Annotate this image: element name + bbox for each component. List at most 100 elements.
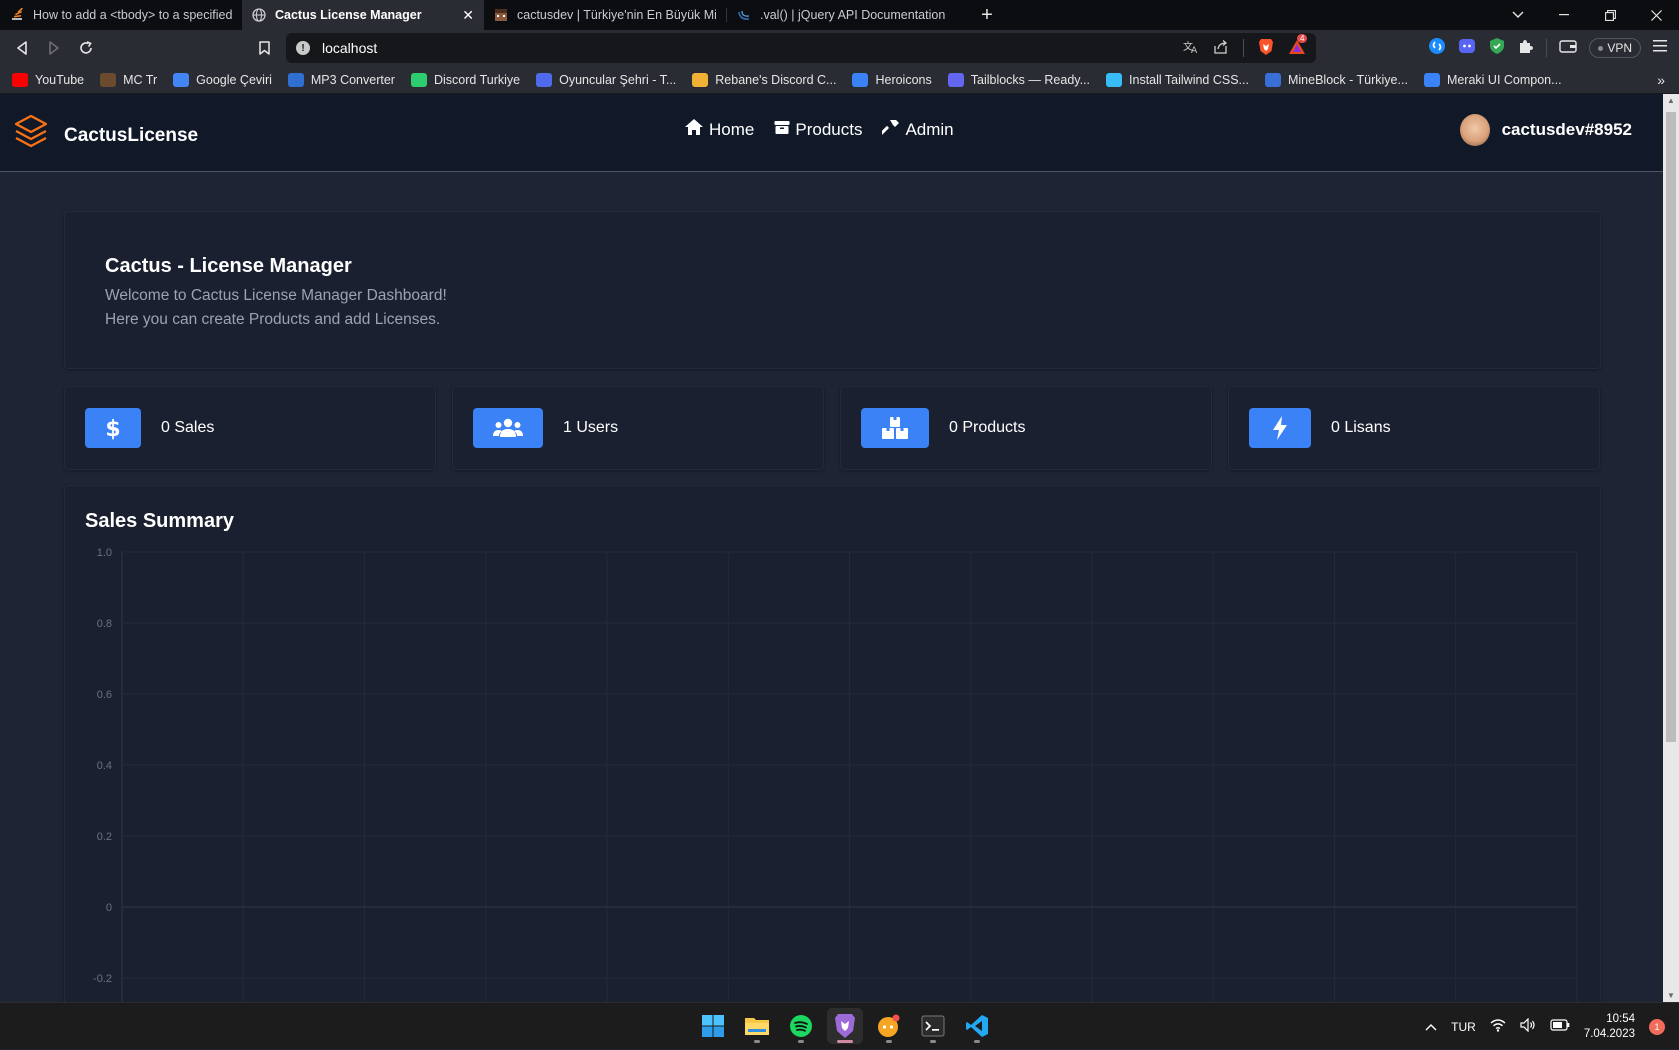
bookmark-item[interactable]: Discord Turkiye (410, 72, 520, 87)
windows-start-icon[interactable] (695, 1008, 731, 1044)
browser-tab[interactable]: .val() | jQuery API Documentation (727, 0, 969, 30)
shield-extension-icon[interactable] (1488, 37, 1506, 60)
notification-badge[interactable]: 1 (1649, 1018, 1665, 1035)
reload-button[interactable] (70, 32, 102, 64)
clock[interactable]: 10:54 7.04.2023 (1584, 1012, 1635, 1042)
discord-icon[interactable] (871, 1008, 907, 1044)
shazam-icon[interactable] (1428, 37, 1446, 60)
nav-home[interactable]: Home (684, 118, 754, 141)
restore-button[interactable] (1587, 0, 1633, 30)
welcome-card: Cactus - License Manager Welcome to Cact… (64, 211, 1601, 369)
window-controls (1495, 0, 1679, 30)
running-indicator (798, 1040, 804, 1043)
bookmark-item[interactable]: MC Tr (100, 72, 157, 87)
user-menu[interactable]: cactusdev#8952 (1459, 114, 1632, 146)
taskbar-apps (695, 1008, 995, 1044)
input-language[interactable]: TUR (1451, 1020, 1476, 1034)
wifi-icon[interactable] (1490, 1018, 1506, 1035)
system-tray: TUR 10:54 7.04.2023 1 (1425, 1003, 1665, 1050)
minimize-button[interactable] (1541, 0, 1587, 30)
bookmark-item[interactable]: Google Çeviri (173, 72, 272, 87)
wallet-icon[interactable] (1559, 38, 1578, 59)
discord-extension-icon[interactable] (1458, 37, 1476, 60)
scroll-down-arrow-icon[interactable]: ▼ (1666, 991, 1676, 1000)
clock-time: 10:54 (1606, 1012, 1635, 1025)
running-indicator (837, 1040, 853, 1043)
spotify-icon[interactable] (783, 1008, 819, 1044)
os-taskbar: TUR 10:54 7.04.2023 1 (0, 1002, 1679, 1049)
bookmark-item[interactable]: YouTube (12, 72, 85, 87)
welcome-title: Cactus - License Manager (105, 255, 352, 277)
brave-icon[interactable] (827, 1008, 863, 1044)
running-indicator (886, 1040, 892, 1043)
tab-search-chevron-icon[interactable] (1495, 0, 1541, 30)
vpn-button[interactable]: VPN (1589, 38, 1641, 58)
brave-rewards-icon[interactable]: 4 (1288, 33, 1308, 58)
nav-products[interactable]: Products (774, 118, 862, 141)
puzzle-extensions-icon[interactable] (1518, 38, 1534, 59)
back-button[interactable] (6, 32, 38, 64)
box-icon (774, 119, 790, 140)
y-tick-label: 0.2 (97, 831, 112, 843)
bookmark-item[interactable]: Meraki UI Compon... (1423, 72, 1562, 87)
browser-tab-active[interactable]: Cactus License Manager ✕ (242, 0, 484, 30)
bookmark-label: Oyuncular Şehri - T... (559, 72, 677, 87)
page-scrollbar[interactable]: ▲ ▼ (1663, 94, 1679, 1002)
bookmark-item[interactable]: Rebane's Discord C... (692, 72, 836, 87)
youtube-icon (12, 72, 28, 87)
bookmark-label: Tailblocks — Ready... (970, 72, 1091, 87)
close-window-button[interactable] (1633, 0, 1679, 30)
users-icon (473, 408, 543, 448)
bookmark-item[interactable]: MP3 Converter (287, 72, 395, 87)
address-bar[interactable]: ! localhost 文A 4 (286, 33, 1316, 63)
scroll-up-arrow-icon[interactable]: ▲ (1666, 96, 1676, 105)
bookmark-item[interactable]: MineBlock - Türkiye... (1264, 72, 1408, 87)
oyuncular-icon (536, 72, 553, 87)
bookmark-item[interactable]: Tailblocks — Ready... (947, 72, 1091, 87)
scrollbar-thumb[interactable] (1666, 112, 1676, 742)
bookmark-label: YouTube (35, 72, 85, 87)
terminal-icon[interactable] (915, 1008, 951, 1044)
bookmark-item[interactable]: Oyuncular Şehri - T... (536, 72, 677, 87)
tailblocks-icon (947, 72, 964, 87)
welcome-line-2: Here you can create Products and add Lic… (105, 311, 441, 328)
stat-label: 0 Sales (161, 419, 215, 436)
tailwind-icon (1106, 72, 1123, 87)
site-info-icon[interactable]: ! (296, 41, 310, 55)
nav-admin[interactable]: Admin (880, 118, 954, 141)
stat-card-products: 0 Products (840, 386, 1212, 470)
meraki-icon (1423, 72, 1440, 87)
browser-tab[interactable]: cactusdev | Türkiye'nin En Büyük Mine (484, 0, 726, 30)
bookmark-label: Install Tailwind CSS... (1129, 72, 1249, 87)
bookmark-item[interactable]: Install Tailwind CSS... (1106, 72, 1249, 87)
new-tab-button[interactable]: + (969, 0, 1005, 30)
play-icon (287, 72, 304, 87)
share-icon[interactable] (1213, 39, 1229, 57)
page-viewport: CactusLicense Home Products Admin cactus… (0, 94, 1663, 1002)
stat-label: 0 Lisans (1331, 419, 1391, 436)
tray-chevron-up-icon[interactable] (1425, 1020, 1437, 1034)
brand[interactable]: CactusLicense (14, 114, 198, 157)
running-indicator (754, 1040, 760, 1043)
bookmark-item[interactable]: Heroicons (852, 72, 932, 87)
extensions-bar: VPN (1428, 30, 1679, 66)
bookmark-icon[interactable] (248, 32, 280, 64)
file-explorer-icon[interactable] (739, 1008, 775, 1044)
heroicons-icon (852, 72, 869, 87)
battery-icon[interactable] (1550, 1019, 1570, 1034)
browser-toolbar: ! localhost 文A 4 VPN (0, 30, 1679, 66)
forward-button[interactable] (38, 32, 70, 64)
browser-tab[interactable]: How to add a <tbody> to a specified (0, 0, 242, 30)
more-bookmarks-button[interactable]: » (1657, 72, 1665, 88)
menu-icon[interactable] (1653, 39, 1667, 57)
volume-icon[interactable] (1520, 1017, 1536, 1035)
sales-summary-card: Sales Summary 1.0 0.8 0.6 0.4 0.2 0 -0.2 (64, 485, 1601, 1002)
svg-text:$: $ (105, 417, 120, 440)
y-tick-label: 0 (106, 902, 112, 914)
vpn-label: VPN (1607, 41, 1632, 55)
vscode-icon[interactable] (959, 1008, 995, 1044)
brave-shields-icon[interactable] (1258, 38, 1274, 59)
close-tab-icon[interactable]: ✕ (462, 7, 474, 24)
discord-tr-icon (410, 72, 427, 87)
translate-icon[interactable]: 文A (1183, 40, 1199, 57)
